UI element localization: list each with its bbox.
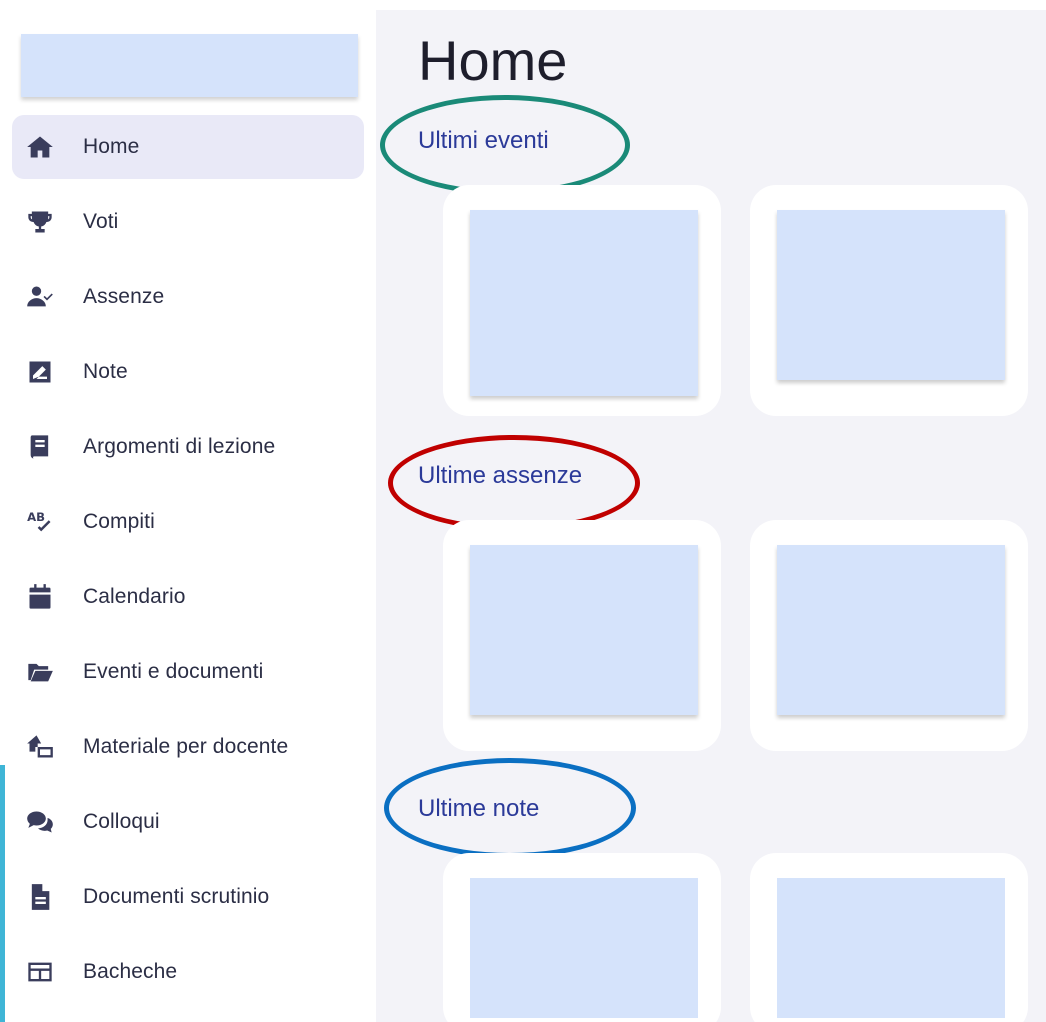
- sidebar-item-eventi[interactable]: Eventi e documenti: [12, 640, 364, 704]
- spellcheck-icon: AB: [22, 504, 58, 540]
- sidebar-item-label: Home: [83, 135, 140, 158]
- user-check-icon: [22, 279, 58, 315]
- sidebar-item-documenti[interactable]: Documenti scrutinio: [12, 865, 364, 929]
- sidebar-accent-bar: [0, 765, 5, 1022]
- event-card[interactable]: [750, 185, 1028, 416]
- absence-card[interactable]: [443, 520, 721, 751]
- sidebar-item-label: Voti: [83, 210, 119, 233]
- sidebar-item-bacheche[interactable]: Bacheche: [12, 940, 364, 1004]
- sidebar-item-materiale[interactable]: Materiale per docente: [12, 715, 364, 779]
- chat-bubbles-icon: [22, 804, 58, 840]
- sidebar-item-label: Bacheche: [83, 960, 178, 983]
- sidebar-item-voti[interactable]: Voti: [12, 190, 364, 254]
- school-logo-placeholder: [21, 34, 358, 97]
- page-title: Home: [418, 29, 568, 92]
- absence-card-content: [470, 545, 698, 715]
- sidebar-item-label: Calendario: [83, 585, 186, 608]
- sidebar-nav: Home Voti Assenze Note Argomenti di lezi: [12, 110, 364, 1015]
- section-title-absences: Ultime assenze: [418, 462, 583, 489]
- sidebar-item-label: Assenze: [83, 285, 165, 308]
- sidebar: Home Voti Assenze Note Argomenti di lezi: [0, 0, 376, 1022]
- note-edit-icon: [22, 354, 58, 390]
- section-title-events: Ultimi eventi: [418, 127, 549, 154]
- sidebar-item-assenze[interactable]: Assenze: [12, 265, 364, 329]
- note-card-content: [470, 878, 698, 1018]
- sidebar-item-label: Documenti scrutinio: [83, 885, 270, 908]
- board-icon: [22, 954, 58, 990]
- sidebar-item-label: Eventi e documenti: [83, 660, 264, 683]
- absence-card[interactable]: [750, 520, 1028, 751]
- sidebar-item-calendario[interactable]: Calendario: [12, 565, 364, 629]
- calendar-icon: [22, 579, 58, 615]
- folder-open-icon: [22, 654, 58, 690]
- sidebar-item-argomenti[interactable]: Argomenti di lezione: [12, 415, 364, 479]
- event-card-content: [470, 210, 698, 396]
- event-card-content: [777, 210, 1005, 380]
- trophy-icon: [22, 204, 58, 240]
- house-share-icon: [22, 729, 58, 765]
- sidebar-item-label: Note: [83, 360, 128, 383]
- section-title-notes: Ultime note: [418, 795, 540, 822]
- sidebar-item-colloqui[interactable]: Colloqui: [12, 790, 364, 854]
- sidebar-item-compiti[interactable]: AB Compiti: [12, 490, 364, 554]
- book-icon: [22, 429, 58, 465]
- sidebar-item-label: Compiti: [83, 510, 155, 533]
- note-card[interactable]: [443, 853, 721, 1022]
- sidebar-item-note[interactable]: Note: [12, 340, 364, 404]
- sidebar-item-label: Colloqui: [83, 810, 160, 833]
- sidebar-item-home[interactable]: Home: [12, 115, 364, 179]
- document-icon: [22, 879, 58, 915]
- sidebar-item-label: Argomenti di lezione: [83, 435, 276, 458]
- svg-text:AB: AB: [27, 510, 45, 524]
- event-card[interactable]: [443, 185, 721, 416]
- note-card[interactable]: [750, 853, 1028, 1022]
- note-card-content: [777, 878, 1005, 1018]
- main-content: Home Ultimi eventi Ultime assenze Ultime…: [376, 10, 1046, 1022]
- sidebar-item-label: Materiale per docente: [83, 735, 289, 758]
- absence-card-content: [777, 545, 1005, 715]
- home-icon: [22, 129, 58, 165]
